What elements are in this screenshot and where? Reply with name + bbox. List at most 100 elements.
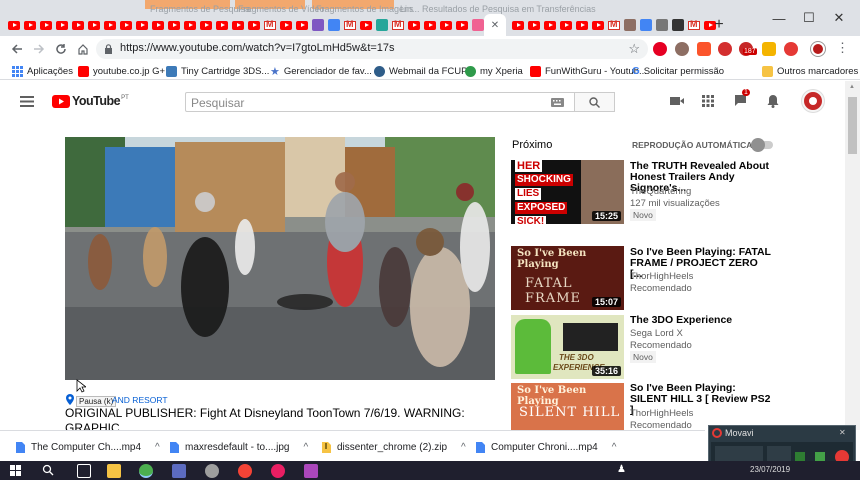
page-scrollbar[interactable]: ▲ [845,81,860,430]
back-button[interactable] [8,40,26,58]
extension-icon[interactable] [675,42,689,56]
new-tab-button[interactable]: + [708,14,730,36]
video-thumbnail[interactable]: HER SHOCKING LIES EXPOSED SICK! 15:25 [511,160,624,224]
video-thumbnail[interactable]: So I've Been Playing SILENT HILL [511,383,624,430]
menu-kebab-icon[interactable]: ⋮ [836,40,849,56]
apps-grid-icon [12,65,23,77]
location-link[interactable]: AND RESORT [112,395,168,405]
search-button[interactable] [575,92,615,112]
webmail-icon [374,65,385,77]
maximize-button[interactable]: ☐ [794,8,824,28]
avatar[interactable] [802,90,824,112]
tab-title: Fragmentos de Pesquisa [150,4,251,14]
youtube-icon [528,20,540,30]
active-tab-close-button[interactable]: ✕ [484,14,506,36]
recommended-label: Recomendado [630,340,692,351]
keyboard-icon[interactable] [551,98,564,107]
video-player[interactable] [65,137,495,380]
bookmark-item[interactable]: Webmail da FCUP [374,64,468,78]
minimize-button[interactable]: — [764,8,794,28]
extension-icon[interactable]: 187 [739,42,757,56]
reload-button[interactable] [52,40,70,58]
download-filename: The Computer Ch....mp4 [31,441,142,453]
chevron-up-icon[interactable]: ^ [612,442,617,453]
channel-name[interactable]: TheQuartering [630,186,691,197]
video-thumbnail[interactable]: So I've Been Playing FATAL FRAME 15:07 [511,246,624,310]
youtube-play-icon [52,94,70,108]
chrome-icon[interactable] [139,464,153,478]
bookmark-label: Outros marcadores [777,65,859,77]
bookmark-item[interactable]: Tiny Cartridge 3DS... [166,64,269,78]
site-favicon-icon [312,19,324,31]
scrollbar-thumb[interactable] [848,97,857,154]
site-favicon-icon [624,19,636,31]
thumbnail-text: THE 3DO [559,353,594,362]
search-icon [589,96,600,108]
pinterest-icon[interactable] [653,42,667,56]
close-icon[interactable]: ✕ [839,428,846,437]
download-item[interactable]: dissenter_chrome (2).zip ^ [322,440,466,454]
bookmark-item[interactable]: G Solicitar permissão [632,64,724,78]
chevron-up-icon[interactable]: ^ [304,442,309,453]
close-window-button[interactable]: ✕ [824,8,854,28]
logo-region: PT [121,94,129,101]
address-bar[interactable]: https://www.youtube.com/watch?v=I7gtoLmH… [96,39,648,59]
apps-button[interactable] [702,95,714,107]
bookmark-item[interactable]: FunWithGuru - Youtub... [530,64,647,78]
site-favicon-icon [672,19,684,31]
create-video-button[interactable] [670,96,684,106]
youtube-icon [456,20,468,30]
bookmark-item[interactable]: Aplicações [12,64,73,78]
video-thumbnail[interactable]: THE 3DO EXPERIENCE 35:16 [511,315,624,379]
notifications-button[interactable] [767,94,779,108]
youtube-icon [424,20,436,30]
messages-button[interactable]: 1 [734,89,750,107]
gmail-icon [688,19,700,30]
shield-icon[interactable] [697,42,711,56]
search-input[interactable]: Pesquisar [185,92,575,112]
taskbar-clock[interactable]: 23/07/2019 [750,465,790,474]
channel-name[interactable]: ThorHighHeels [630,408,693,419]
channel-name[interactable]: ThorHighHeels [630,271,693,282]
task-view-icon[interactable] [77,464,91,478]
scroll-up-icon[interactable]: ▲ [849,84,855,90]
youtube-icon [512,20,524,30]
extension-icon[interactable] [784,42,798,56]
windows-start-button[interactable] [10,465,21,476]
youtube-icon [440,20,452,30]
download-item[interactable]: Computer Chroni....mp4 ^ [476,440,616,454]
app-icon[interactable] [304,464,318,478]
bookmark-item[interactable]: ★ Gerenciador de fav... [270,64,372,78]
youtube-icon [296,20,308,30]
other-bookmarks[interactable]: Outros marcadores [762,64,858,78]
download-item[interactable]: The Computer Ch....mp4 ^ [16,440,160,454]
app-icon[interactable] [271,464,285,478]
document-icon [170,441,179,453]
extension-icon[interactable] [762,42,776,56]
people-icon[interactable]: ♟ [617,464,626,475]
app-icon[interactable] [205,464,219,478]
download-item[interactable]: maxresdefault - to....jpg ^ [170,440,308,454]
youtube-logo[interactable]: YouTube PT [52,94,129,108]
app-icon[interactable] [172,464,186,478]
search-taskbar-button[interactable] [42,464,54,476]
forward-button[interactable] [30,40,48,58]
site-favicon-icon [656,19,668,31]
channel-name[interactable]: Sega Lord X [630,328,683,339]
bookmark-star-icon[interactable]: ☆ [628,41,640,57]
chevron-up-icon[interactable]: ^ [155,442,160,453]
home-button[interactable] [74,40,92,58]
sidebar-video-title[interactable]: The 3DO Experience [630,315,772,326]
bookmark-label: youtube.co.jp G+ [93,65,166,77]
youtube-icon [360,20,372,30]
youtube-icon [88,20,100,30]
profile-avatar[interactable] [811,42,825,56]
hamburger-menu-button[interactable] [20,96,34,107]
file-explorer-icon[interactable] [107,464,121,478]
bookmark-item[interactable]: my Xperia [465,64,523,78]
extension-icon[interactable] [718,42,732,56]
autoplay-toggle[interactable] [751,138,773,152]
app-icon[interactable] [238,464,252,478]
bookmark-item[interactable]: youtube.co.jp G+ [78,64,165,78]
chevron-up-icon[interactable]: ^ [461,442,466,453]
